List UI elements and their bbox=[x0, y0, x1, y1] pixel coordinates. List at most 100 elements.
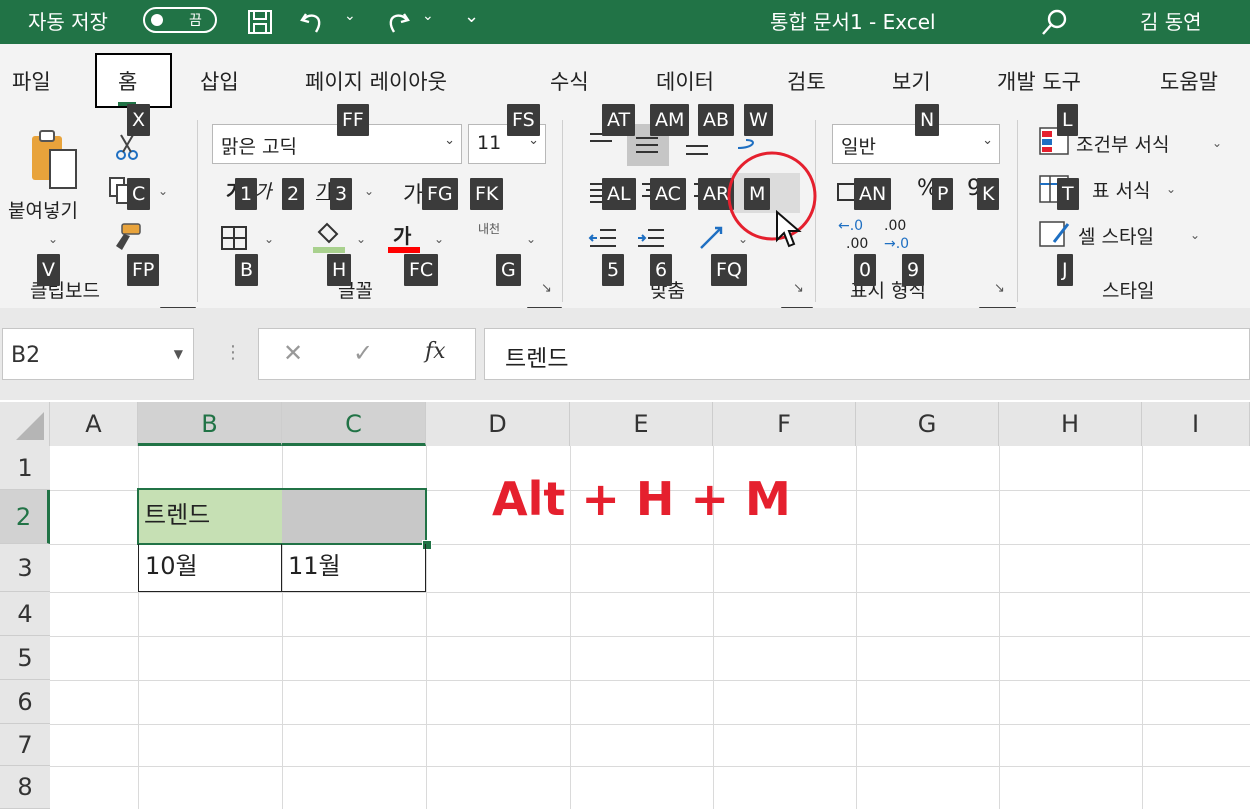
align-bottom-icon[interactable] bbox=[684, 134, 710, 160]
formula-bar-grip-icon[interactable]: ⋮ bbox=[224, 342, 242, 363]
alignment-dialog-launcher-icon[interactable]: ↘ bbox=[793, 282, 807, 296]
number-dialog-launcher-icon[interactable]: ↘ bbox=[994, 282, 1008, 296]
paste-label[interactable]: 붙여넣기 bbox=[8, 196, 78, 223]
column-header-e[interactable]: E bbox=[570, 402, 713, 446]
worksheet-grid[interactable] bbox=[0, 402, 1250, 809]
select-all-button[interactable] bbox=[0, 402, 50, 446]
chevron-down-icon[interactable]: ⌄ bbox=[1212, 136, 1222, 150]
column-header-h[interactable]: H bbox=[999, 402, 1142, 446]
gridline bbox=[1142, 446, 1143, 809]
phonetic-button[interactable]: 내천 bbox=[478, 220, 500, 237]
name-box-dropdown-icon[interactable]: ▼ bbox=[174, 347, 183, 361]
paste-icon[interactable] bbox=[28, 128, 80, 194]
cell-styles-icon[interactable] bbox=[1038, 218, 1072, 250]
row-header-1[interactable]: 1 bbox=[0, 446, 50, 490]
cell-b3[interactable]: 10월 bbox=[138, 544, 282, 592]
decrease-decimal-button[interactable]: →.0 bbox=[884, 236, 909, 252]
gridline bbox=[50, 680, 1250, 681]
fill-color-dropdown-icon[interactable]: ⌄ bbox=[356, 232, 366, 246]
keytip-fg: FG bbox=[422, 178, 458, 210]
redo-dropdown-icon[interactable]: ⌄ bbox=[422, 8, 434, 24]
column-header-i[interactable]: I bbox=[1142, 402, 1250, 446]
borders-dropdown-icon[interactable]: ⌄ bbox=[264, 232, 274, 246]
keytip-6: 6 bbox=[650, 254, 673, 286]
tab-view[interactable]: 보기 bbox=[892, 66, 931, 96]
underline-dropdown-icon[interactable]: ⌄ bbox=[364, 184, 374, 198]
font-color-dropdown-icon[interactable]: ⌄ bbox=[434, 232, 444, 246]
format-painter-icon[interactable] bbox=[110, 222, 144, 252]
tab-formulas[interactable]: 수식 bbox=[550, 66, 589, 96]
customize-quick-access-icon[interactable]: ⌄ bbox=[464, 6, 479, 27]
fill-color-icon[interactable] bbox=[311, 220, 347, 254]
phonetic-dropdown-icon[interactable]: ⌄ bbox=[526, 232, 536, 246]
keytip-2: 2 bbox=[282, 178, 305, 210]
chevron-down-icon: ⌄ bbox=[444, 133, 455, 148]
keytip-ac: AC bbox=[650, 178, 686, 210]
row-header-7[interactable]: 7 bbox=[0, 724, 50, 766]
name-box[interactable]: B2 ▼ bbox=[2, 328, 194, 380]
column-header-b[interactable]: B bbox=[138, 402, 282, 446]
cell-c3[interactable]: 11월 bbox=[281, 544, 426, 592]
cell-b3-value: 10월 bbox=[145, 552, 198, 580]
conditional-formatting-label[interactable]: 조건부 서식 bbox=[1076, 130, 1169, 157]
group-separator bbox=[197, 120, 198, 302]
cell-styles-label[interactable]: 셀 스타일 bbox=[1078, 222, 1154, 249]
gridline bbox=[856, 446, 857, 809]
row-header-4[interactable]: 4 bbox=[0, 592, 50, 636]
document-title: 통합 문서1 - Excel bbox=[770, 10, 936, 34]
font-dialog-launcher-icon[interactable]: ↘ bbox=[541, 282, 555, 296]
group-separator bbox=[562, 120, 563, 302]
formula-buttons: ✕ ✓ fx bbox=[258, 328, 476, 380]
row-header-3[interactable]: 3 bbox=[0, 544, 50, 592]
autosave-toggle[interactable]: 끔 bbox=[143, 7, 217, 33]
cut-icon[interactable] bbox=[114, 133, 140, 161]
copy-dropdown-icon[interactable]: ⌄ bbox=[158, 184, 168, 198]
column-header-d[interactable]: D bbox=[426, 402, 570, 446]
insert-function-button[interactable]: fx bbox=[425, 339, 446, 364]
chevron-down-icon[interactable]: ⌄ bbox=[1190, 228, 1200, 242]
undo-icon[interactable] bbox=[298, 8, 328, 36]
row-header-2[interactable]: 2 bbox=[0, 490, 50, 544]
chevron-down-icon: ⌄ bbox=[982, 133, 993, 148]
decrease-indent-icon[interactable] bbox=[588, 226, 618, 250]
column-header-c[interactable]: C bbox=[282, 402, 426, 446]
column-header-f[interactable]: F bbox=[713, 402, 856, 446]
selection-border bbox=[137, 488, 427, 545]
keytip-3: 3 bbox=[330, 178, 353, 210]
tab-page-layout[interactable]: 페이지 레이아웃 bbox=[305, 66, 447, 96]
save-icon[interactable] bbox=[246, 8, 274, 36]
font-color-button[interactable]: 가 bbox=[393, 220, 411, 249]
increase-decimal-button[interactable]: ←.0 bbox=[838, 218, 863, 234]
chevron-down-icon[interactable]: ⌄ bbox=[1166, 182, 1176, 196]
row-header-8[interactable]: 8 bbox=[0, 766, 50, 809]
cancel-icon[interactable]: ✕ bbox=[283, 339, 303, 367]
tab-insert[interactable]: 삽입 bbox=[200, 66, 239, 96]
redo-icon[interactable] bbox=[382, 8, 412, 36]
increase-indent-icon[interactable] bbox=[636, 226, 666, 250]
tab-developer[interactable]: 개발 도구 bbox=[997, 66, 1081, 96]
format-as-table-label[interactable]: 표 서식 bbox=[1092, 176, 1150, 203]
keytip-g: G bbox=[496, 254, 521, 286]
column-header-g[interactable]: G bbox=[856, 402, 999, 446]
user-name[interactable]: 김 동연 bbox=[1140, 6, 1202, 35]
row-header-6[interactable]: 6 bbox=[0, 680, 50, 724]
tab-data[interactable]: 데이터 bbox=[656, 66, 714, 96]
paste-dropdown-icon[interactable]: ⌄ bbox=[48, 232, 58, 246]
formula-input[interactable]: 트렌드 bbox=[484, 328, 1250, 380]
tab-review[interactable]: 검토 bbox=[787, 66, 826, 96]
undo-dropdown-icon[interactable]: ⌄ bbox=[344, 8, 356, 24]
tab-file[interactable]: 파일 bbox=[12, 66, 51, 96]
search-icon[interactable] bbox=[1040, 7, 1070, 37]
enter-icon[interactable]: ✓ bbox=[353, 339, 373, 367]
font-color-swatch bbox=[388, 247, 420, 253]
tab-home[interactable]: 홈 bbox=[118, 66, 137, 96]
keytip-h: H bbox=[327, 254, 352, 286]
font-size-value: 11 bbox=[477, 132, 502, 154]
keytip-k: K bbox=[977, 178, 1000, 210]
borders-icon[interactable] bbox=[220, 225, 248, 251]
column-header-a[interactable]: A bbox=[50, 402, 138, 446]
tab-help[interactable]: 도움말 bbox=[1160, 66, 1218, 96]
keytip-p: P bbox=[932, 178, 954, 210]
increase-font-button[interactable]: 가 bbox=[403, 177, 423, 209]
row-header-5[interactable]: 5 bbox=[0, 636, 50, 680]
